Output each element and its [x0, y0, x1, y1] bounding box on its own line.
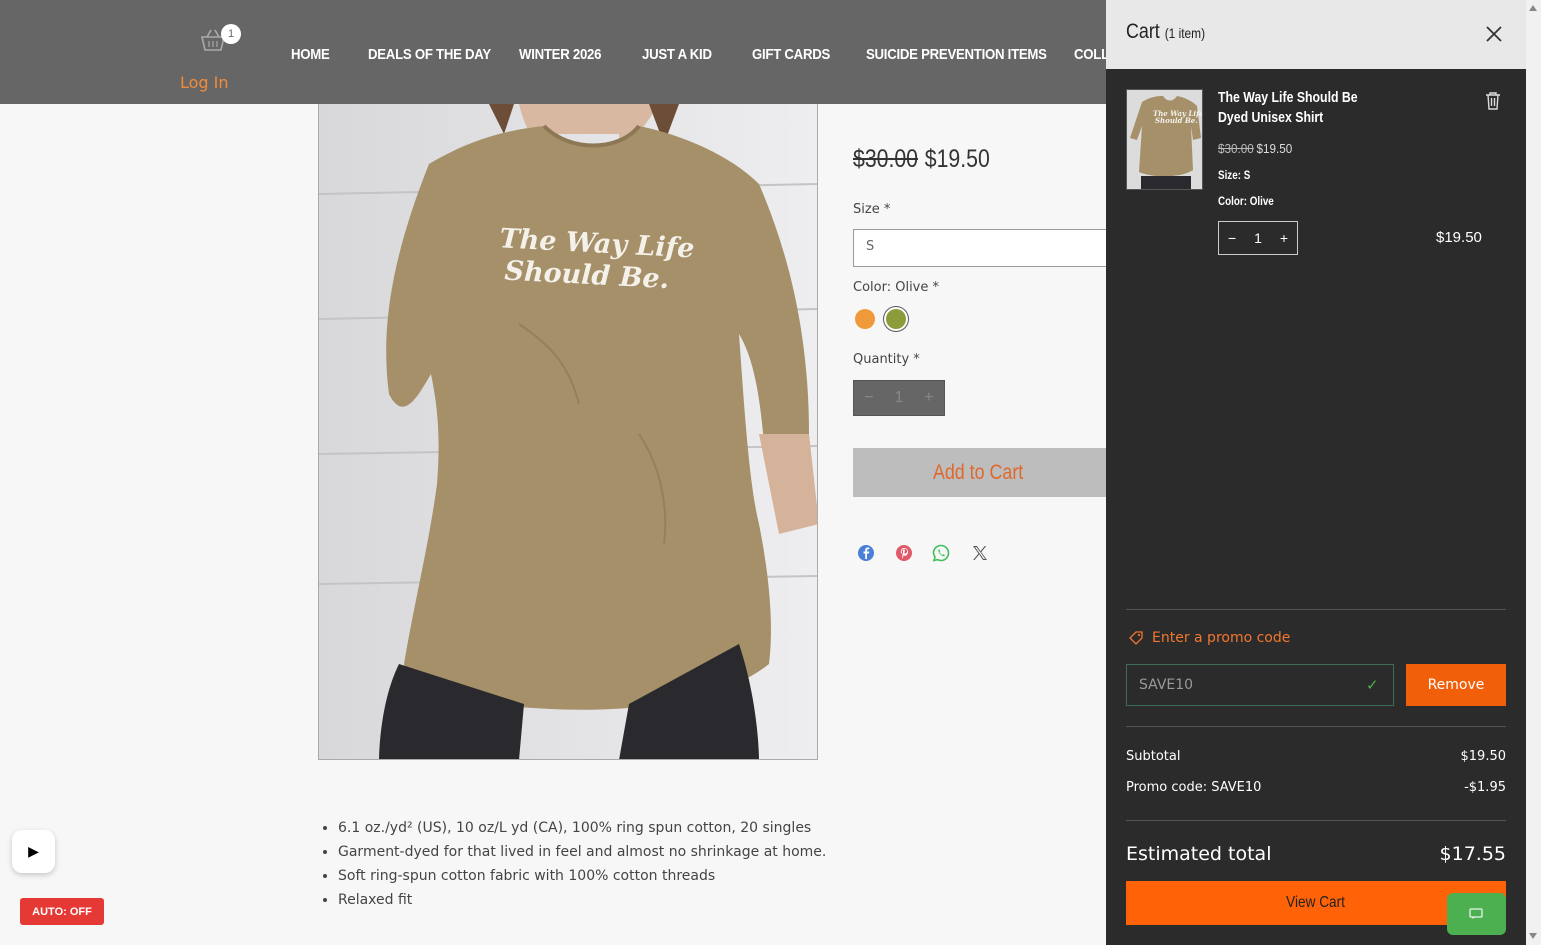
description-item: 6.1 oz./yd² (US), 10 oz/L yd (CA), 100% … [338, 820, 826, 837]
minus-icon[interactable]: − [1228, 230, 1236, 246]
promo-code-input[interactable] [1126, 664, 1394, 706]
cart-drawer: Cart (1 item) The Way Life Should Be. Th… [1106, 0, 1526, 945]
scroll-up-arrow-icon[interactable] [1529, 5, 1537, 11]
divider [1126, 820, 1506, 821]
cart-line-total: $19.50 [1436, 229, 1482, 246]
scrollbar[interactable] [1526, 0, 1541, 945]
estimated-total-row: Estimated total $17.55 [1126, 843, 1506, 865]
cart-item-count: (1 item) [1164, 25, 1206, 41]
nav-gift-cards[interactable]: GIFT CARDS [752, 46, 830, 63]
chat-icon [1468, 908, 1483, 919]
cart-item-color: Color: Olive [1218, 194, 1274, 208]
nav-just-a-kid[interactable]: JUST A KID [642, 46, 712, 63]
sale-price: $19.50 [924, 145, 990, 173]
cart-item-size: Size: S [1218, 168, 1251, 182]
chat-button[interactable] [1447, 893, 1506, 935]
nav-winter-2026[interactable]: WINTER 2026 [519, 46, 601, 63]
whatsapp-icon[interactable] [931, 543, 951, 563]
subtotal-value: $19.50 [1460, 749, 1507, 764]
nav-home[interactable]: HOME [291, 46, 330, 63]
cart-quantity-stepper[interactable]: − 1 + [1218, 221, 1298, 255]
check-icon: ✓ [1366, 677, 1379, 694]
promo-code-link[interactable]: Enter a promo code [1128, 630, 1290, 646]
cart-count-badge: 1 [221, 24, 241, 44]
tag-icon [1129, 631, 1143, 645]
cart-quantity-value: 1 [1254, 230, 1262, 246]
cart-item-old-price: $30.00 [1218, 141, 1254, 156]
cart-item-thumbnail[interactable]: The Way Life Should Be. [1126, 89, 1203, 190]
x-icon[interactable] [970, 543, 990, 563]
color-label: Color: Olive * [853, 280, 940, 295]
svg-text:Should Be.: Should Be. [1155, 116, 1198, 125]
quantity-value: 1 [894, 389, 904, 406]
close-icon[interactable] [1484, 24, 1504, 44]
quantity-stepper[interactable]: − 1 + [853, 380, 945, 416]
divider [1126, 726, 1506, 727]
pinterest-icon[interactable] [894, 543, 914, 563]
description-item: Garment-dyed for that lived in feel and … [338, 844, 826, 861]
nav-deals-of-the-day[interactable]: DEALS OF THE DAY [368, 46, 491, 63]
description-item: Soft ring-spun cotton fabric with 100% c… [338, 868, 826, 885]
promo-row: Promo code: SAVE10 -$1.95 [1126, 780, 1506, 795]
cart-item-sale-price: $19.50 [1256, 141, 1293, 156]
auto-toggle-button[interactable]: AUTO: OFF [20, 898, 104, 925]
cart-title: Cart (1 item) [1126, 20, 1206, 43]
login-link[interactable]: Log In [180, 73, 229, 92]
nav-collections[interactable]: COLL [1074, 46, 1109, 63]
size-label: Size * [853, 202, 891, 217]
minus-icon[interactable]: − [864, 389, 873, 407]
cart-item-name[interactable]: The Way Life Should Be Dyed Unisex Shirt [1218, 88, 1382, 128]
subtotal-row: Subtotal $19.50 [1126, 749, 1506, 764]
facebook-icon[interactable] [856, 543, 876, 563]
scroll-down-arrow-icon[interactable] [1529, 933, 1537, 939]
trash-icon[interactable] [1484, 91, 1502, 111]
size-select[interactable]: S [853, 229, 1113, 267]
product-image[interactable]: The Way Life Should Be. [318, 104, 818, 760]
estimated-total-label: Estimated total [1126, 843, 1272, 865]
color-swatch-orange[interactable] [855, 309, 875, 329]
product-price: $30.00 $19.50 [853, 145, 990, 174]
plus-icon[interactable]: + [1280, 230, 1288, 246]
nav-suicide-prevention-items[interactable]: SUICIDE PREVENTION ITEMS [866, 46, 1047, 63]
add-to-cart-button[interactable]: Add to Cart [853, 448, 1113, 497]
quantity-label: Quantity * [853, 352, 920, 367]
cart-item-price: $30.00 $19.50 [1218, 141, 1292, 156]
promo-row-label: Promo code: SAVE10 [1126, 780, 1262, 795]
subtotal-label: Subtotal [1126, 749, 1181, 764]
original-price: $30.00 [853, 145, 918, 173]
promo-row-value: -$1.95 [1464, 780, 1506, 795]
cart-header: Cart (1 item) [1106, 0, 1526, 69]
play-icon: ▶ [28, 843, 39, 859]
play-button[interactable]: ▶ [12, 830, 55, 873]
plus-icon[interactable]: + [924, 389, 933, 407]
product-description: 6.1 oz./yd² (US), 10 oz/L yd (CA), 100% … [338, 820, 826, 916]
description-item: Relaxed fit [338, 892, 826, 909]
remove-promo-button[interactable]: Remove [1406, 664, 1506, 706]
divider [1126, 609, 1506, 610]
estimated-total-value: $17.55 [1439, 843, 1506, 865]
color-swatch-olive[interactable] [886, 309, 906, 329]
